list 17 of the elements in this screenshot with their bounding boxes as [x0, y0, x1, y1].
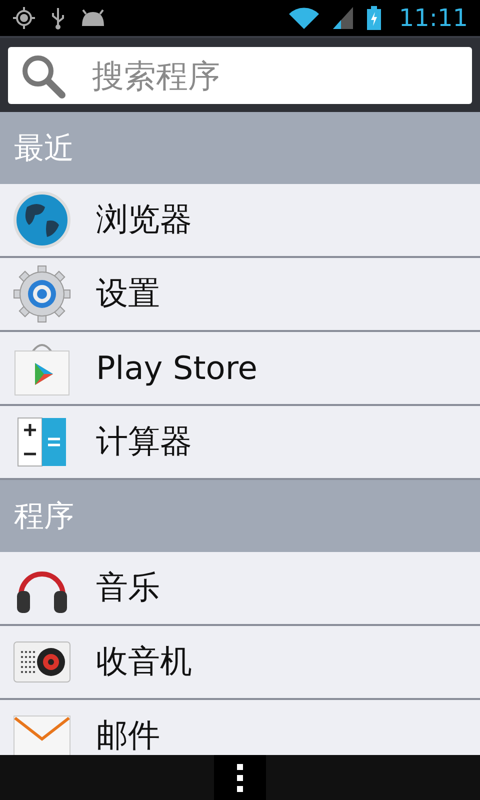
- section-header: 最近: [0, 112, 480, 184]
- gear-icon: [13, 265, 71, 323]
- usb-icon: [50, 6, 66, 30]
- battery-icon: [366, 6, 381, 30]
- android-icon: [80, 8, 106, 28]
- wifi-icon: [288, 7, 319, 29]
- globe-icon: [13, 191, 71, 249]
- signal-icon: [332, 7, 353, 29]
- calculator-icon: [16, 416, 68, 468]
- search-box[interactable]: 搜索程序: [8, 47, 472, 104]
- gps-icon: [12, 6, 36, 30]
- envelope-icon: [13, 715, 71, 755]
- radio-icon: [13, 641, 71, 683]
- search-icon: [20, 52, 66, 98]
- clock-time: 11:11: [398, 4, 468, 32]
- section-header: 程序: [0, 480, 480, 552]
- menu-button[interactable]: [214, 755, 266, 800]
